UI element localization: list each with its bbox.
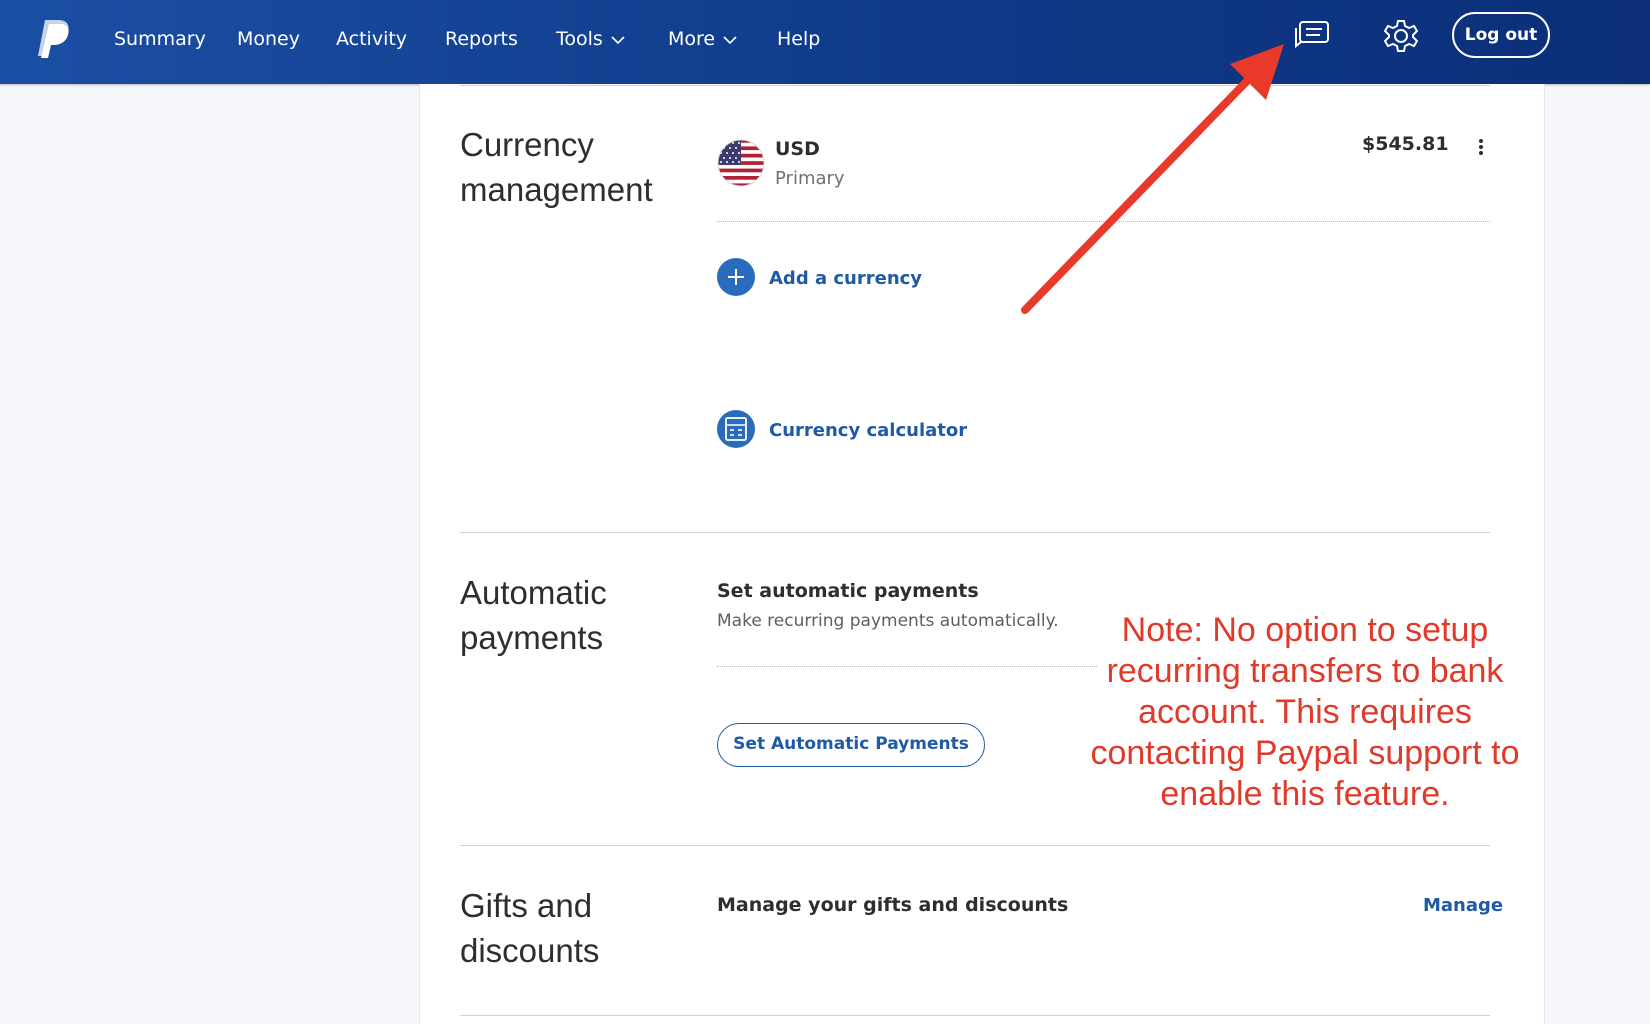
nav-more-label: More	[668, 28, 716, 50]
currency-status: Primary	[775, 168, 845, 189]
automatic-payments-heading: Set automatic payments	[717, 580, 979, 602]
currency-calculator-link[interactable]: Currency calculator	[769, 420, 967, 441]
chevron-down-icon	[723, 35, 737, 44]
currency-balance: $545.81	[1362, 133, 1449, 155]
section-title-gifts: Gifts and discounts	[460, 887, 600, 969]
annotation-note: Note: No option to setup recurring trans…	[1090, 611, 1520, 813]
divider-dotted	[717, 221, 1490, 222]
add-currency-icon[interactable]	[717, 258, 755, 296]
plus-icon	[728, 269, 744, 285]
divider	[460, 845, 1490, 846]
currency-calculator-icon[interactable]	[717, 410, 755, 448]
paypal-logo[interactable]	[36, 18, 72, 58]
gifts-heading: Manage your gifts and discounts	[717, 894, 1069, 916]
nav-money[interactable]: Money	[237, 24, 300, 54]
nav-tools[interactable]: Tools	[556, 24, 625, 54]
currency-code: USD	[775, 138, 820, 160]
nav-help[interactable]: Help	[777, 24, 820, 54]
nav-tools-label: Tools	[556, 28, 603, 50]
divider	[460, 1015, 1490, 1016]
gear-icon[interactable]	[1383, 18, 1419, 54]
chevron-down-icon	[611, 35, 625, 44]
more-options-icon[interactable]	[1476, 138, 1486, 156]
nav-reports[interactable]: Reports	[445, 24, 518, 54]
message-center-icon[interactable]	[1294, 20, 1330, 52]
section-title-automatic-payments: Automatic payments	[460, 574, 607, 656]
calculator-icon	[725, 417, 747, 441]
nav-more[interactable]: More	[668, 24, 737, 54]
divider	[460, 532, 1490, 533]
logout-button[interactable]: Log out	[1452, 12, 1550, 58]
nav-activity[interactable]: Activity	[336, 24, 407, 54]
section-title-currency: Currency management	[460, 126, 653, 208]
divider-dotted	[717, 666, 1097, 667]
nav-summary[interactable]: Summary	[114, 24, 206, 54]
top-navigation-bar: Summary Money Activity Reports Tools Mor…	[0, 0, 1650, 84]
automatic-payments-description: Make recurring payments automatically.	[717, 611, 1059, 631]
us-flag-icon	[717, 139, 765, 187]
divider	[460, 85, 1490, 86]
set-automatic-payments-button[interactable]: Set Automatic Payments	[717, 723, 985, 767]
add-currency-link[interactable]: Add a currency	[769, 268, 922, 289]
manage-gifts-link[interactable]: Manage	[1423, 895, 1503, 916]
